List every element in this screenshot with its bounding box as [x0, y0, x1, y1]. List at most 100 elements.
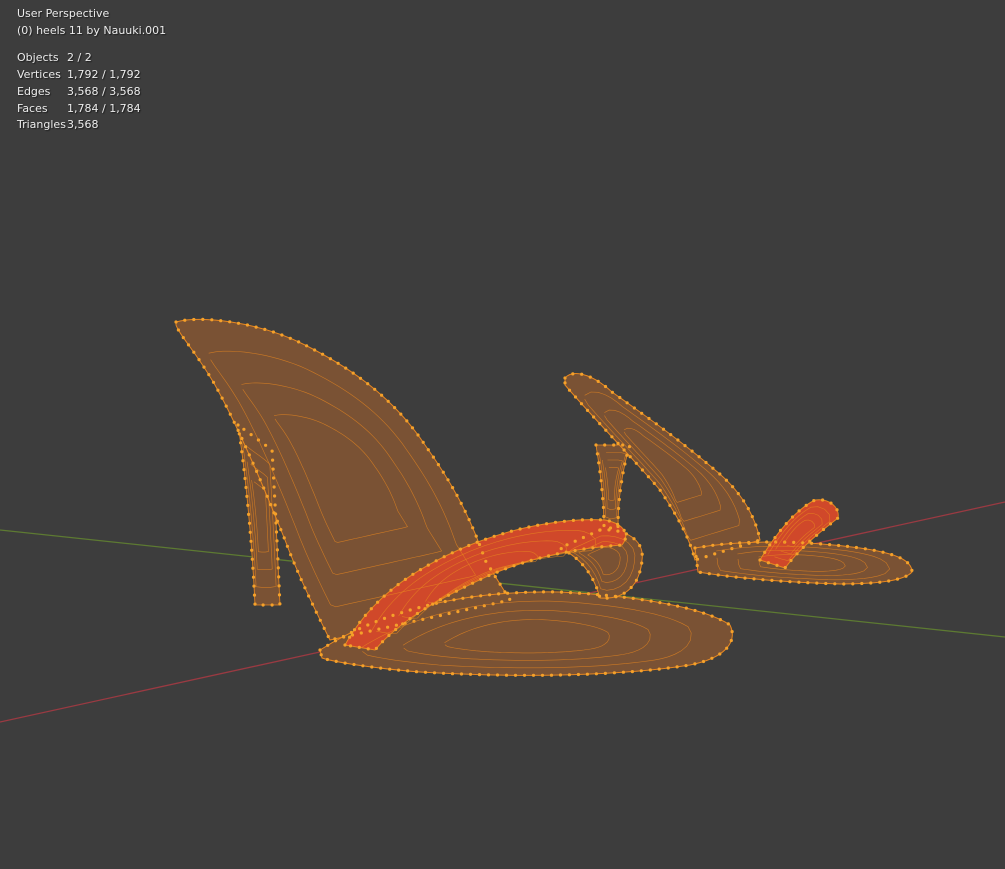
mesh-vertex	[450, 672, 455, 676]
mesh-vertex	[245, 494, 249, 498]
mesh-vertex	[463, 509, 467, 513]
mesh-vertex	[610, 390, 615, 394]
mesh-vertex	[545, 522, 549, 526]
mesh-vertex	[513, 673, 518, 677]
mesh-vertex	[756, 531, 761, 536]
mesh-vertex	[288, 336, 292, 340]
mesh-vertex	[797, 580, 801, 584]
mesh-vertex	[470, 595, 474, 599]
mesh-vertex	[828, 522, 833, 526]
mesh-vertex	[432, 671, 437, 675]
mesh-vertex	[795, 552, 799, 556]
mesh-vertex	[416, 433, 420, 437]
mesh-vertex	[609, 544, 613, 548]
mesh-vertex	[450, 551, 454, 555]
mesh-vertex	[756, 540, 760, 544]
mesh-vertex	[446, 593, 451, 597]
mesh-vertex	[821, 498, 825, 502]
3d-viewport[interactable]: User Perspective (0) heels 11 by Nauuki.…	[0, 0, 1005, 869]
mesh-vertex	[623, 462, 627, 466]
mesh-vertex	[389, 588, 393, 592]
mesh-vertex	[255, 469, 259, 473]
mesh-vertex	[236, 423, 240, 427]
mesh-vertex	[640, 598, 644, 602]
mesh-vertex	[326, 643, 330, 647]
mesh-vertex	[600, 545, 604, 549]
mesh-vertex	[878, 580, 882, 584]
mesh-vertex	[341, 634, 345, 639]
mesh-vertex	[829, 501, 833, 505]
mesh-vertex	[872, 548, 876, 552]
mesh-vertex	[326, 634, 330, 639]
mesh-vertex	[898, 556, 902, 560]
mesh-vertex	[426, 563, 430, 567]
mesh-vertex	[522, 673, 527, 677]
mesh-vertex	[465, 608, 469, 612]
mesh-vertex	[313, 348, 317, 352]
mesh-vertex	[618, 395, 622, 400]
mesh-vertex	[388, 667, 392, 671]
mesh-vertex	[630, 670, 635, 674]
mesh-vertex	[314, 610, 318, 614]
mesh-vertex	[710, 614, 714, 618]
mesh-vertex	[380, 393, 384, 397]
mesh-vertex	[828, 543, 832, 547]
mesh-vertex	[479, 577, 483, 581]
mesh-vertex	[634, 578, 639, 582]
mesh-vertex	[296, 569, 300, 573]
mesh-vertex	[766, 561, 771, 565]
mesh-vertex	[343, 661, 347, 665]
mesh-vertex	[488, 593, 492, 597]
mesh-vertex	[247, 453, 251, 457]
mesh-vertex	[359, 631, 363, 635]
mesh-vertex	[181, 336, 185, 340]
mesh-vertex	[710, 656, 714, 660]
mesh-vertex	[441, 671, 446, 675]
mesh-vertex	[620, 480, 624, 484]
mesh-vertex	[518, 527, 522, 531]
mesh-vertex	[186, 343, 191, 347]
mesh-vertex	[801, 545, 805, 550]
mesh-vertex	[361, 664, 365, 668]
mesh-vertex	[638, 570, 642, 574]
scene-canvas[interactable]	[0, 0, 1005, 869]
mesh-vertex	[270, 603, 274, 607]
mesh-vertex	[652, 481, 656, 485]
mesh-vertex	[396, 583, 400, 587]
mesh-vertex	[836, 516, 840, 520]
mesh-vertex	[586, 592, 591, 596]
mesh-vertex	[649, 599, 653, 603]
mesh-vertex	[289, 553, 293, 557]
mesh-vertex	[725, 574, 729, 578]
mesh-vertex	[693, 608, 697, 613]
mesh-vertex	[684, 664, 688, 668]
mesh-vertex	[648, 668, 652, 672]
mesh-vertex	[770, 578, 774, 583]
mesh-vertex	[563, 381, 567, 385]
mesh-vertex	[501, 532, 505, 536]
mesh-vertex	[183, 318, 187, 322]
mesh-vertex	[564, 550, 568, 554]
mesh-vertex	[531, 673, 536, 677]
mesh-vertex	[474, 534, 478, 538]
mesh-vertex	[736, 492, 740, 496]
mesh-vertex	[632, 537, 636, 541]
mesh-vertex	[271, 330, 275, 334]
mesh-vertex	[881, 550, 885, 554]
mesh-vertex	[614, 595, 618, 599]
mesh-vertex	[275, 539, 279, 543]
mesh-vertex	[358, 627, 362, 631]
mesh-vertex	[612, 443, 616, 447]
mesh-vertex	[675, 665, 679, 669]
mesh-vertex	[219, 319, 223, 323]
mesh-vertex	[707, 572, 711, 576]
mesh-vertex	[458, 547, 463, 551]
mesh-vertex	[851, 582, 855, 586]
mesh-vertex	[484, 537, 488, 541]
mesh-vertex	[815, 581, 819, 585]
mesh-vertex	[713, 552, 717, 556]
mesh-vertex	[634, 461, 638, 465]
mesh-vertex	[370, 665, 374, 669]
mesh-vertex	[582, 547, 586, 551]
mesh-vertex	[658, 601, 662, 605]
